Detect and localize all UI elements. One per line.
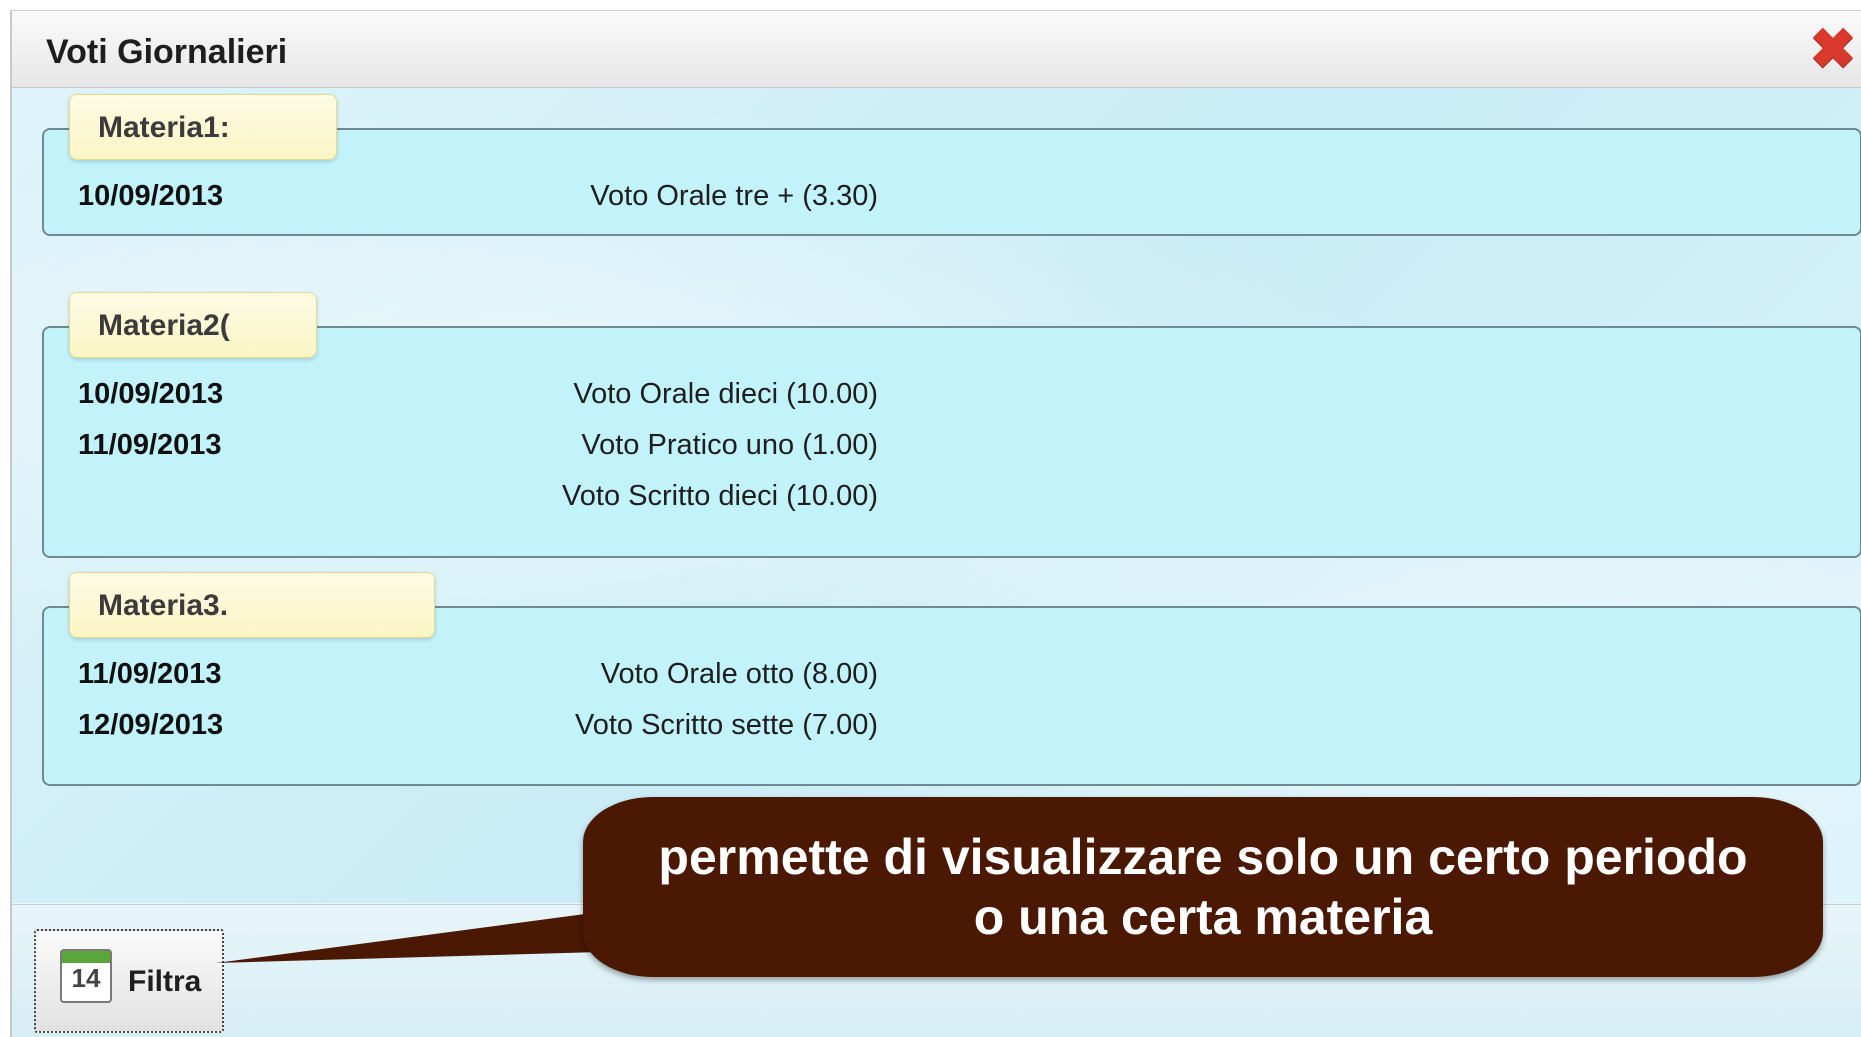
grade-row: 12/09/2013 Voto Scritto sette (7.00) bbox=[78, 709, 878, 753]
grade-date: 11/09/2013 bbox=[78, 658, 222, 690]
grade-row: 10/09/2013 Voto Orale tre + (3.30) bbox=[78, 180, 878, 224]
grade-value: Voto Scritto sette (7.00) bbox=[574, 709, 878, 741]
subject-legend: Materia3. bbox=[69, 572, 435, 638]
callout-line-2: o una certa materia bbox=[973, 889, 1433, 945]
grade-row: 10/09/2013 Voto Orale dieci (10.00) bbox=[78, 378, 878, 422]
grade-row: Voto Scritto dieci (10.00) bbox=[78, 480, 878, 524]
subject-group: Materia2( 10/09/2013 Voto Orale dieci (1… bbox=[42, 292, 1861, 558]
calendar-number: 14 bbox=[71, 963, 101, 993]
subject-legend: Materia1: bbox=[69, 94, 337, 160]
filter-button[interactable]: 14 Filtra bbox=[34, 929, 224, 1033]
grade-value: Voto Scritto dieci (10.00) bbox=[562, 480, 878, 512]
calendar-icon: 14 bbox=[60, 949, 112, 1003]
subject-group: Materia3. 11/09/2013 Voto Orale otto (8.… bbox=[42, 572, 1861, 786]
grade-date: 10/09/2013 bbox=[78, 180, 224, 212]
grade-date: 10/09/2013 bbox=[78, 378, 224, 410]
grade-value: Voto Orale otto (8.00) bbox=[600, 658, 878, 690]
close-icon[interactable]: ✖ bbox=[1809, 21, 1857, 77]
grade-date: 11/09/2013 bbox=[78, 429, 222, 461]
annotation-callout: permette di visualizzare solo un certo p… bbox=[583, 797, 1823, 977]
grade-date: 12/09/2013 bbox=[78, 709, 224, 741]
title-bar: Voti Giornalieri ✖ bbox=[12, 11, 1861, 88]
filter-label: Filtra bbox=[128, 965, 202, 998]
dialog-title: Voti Giornalieri bbox=[46, 33, 288, 71]
grades-content: Materia1: 10/09/2013 Voto Orale tre + (3… bbox=[12, 88, 1861, 903]
subject-legend: Materia2( bbox=[69, 292, 317, 358]
grade-value: Voto Orale tre + (3.30) bbox=[590, 180, 878, 212]
grade-row: 11/09/2013 Voto Orale otto (8.00) bbox=[78, 658, 878, 702]
grade-value: Voto Pratico uno (1.00) bbox=[581, 429, 878, 461]
grade-row: 11/09/2013 Voto Pratico uno (1.00) bbox=[78, 429, 878, 473]
grade-value: Voto Orale dieci (10.00) bbox=[573, 378, 878, 410]
subject-group: Materia1: 10/09/2013 Voto Orale tre + (3… bbox=[42, 94, 1861, 236]
callout-line-1: permette di visualizzare solo un certo p… bbox=[658, 829, 1748, 885]
